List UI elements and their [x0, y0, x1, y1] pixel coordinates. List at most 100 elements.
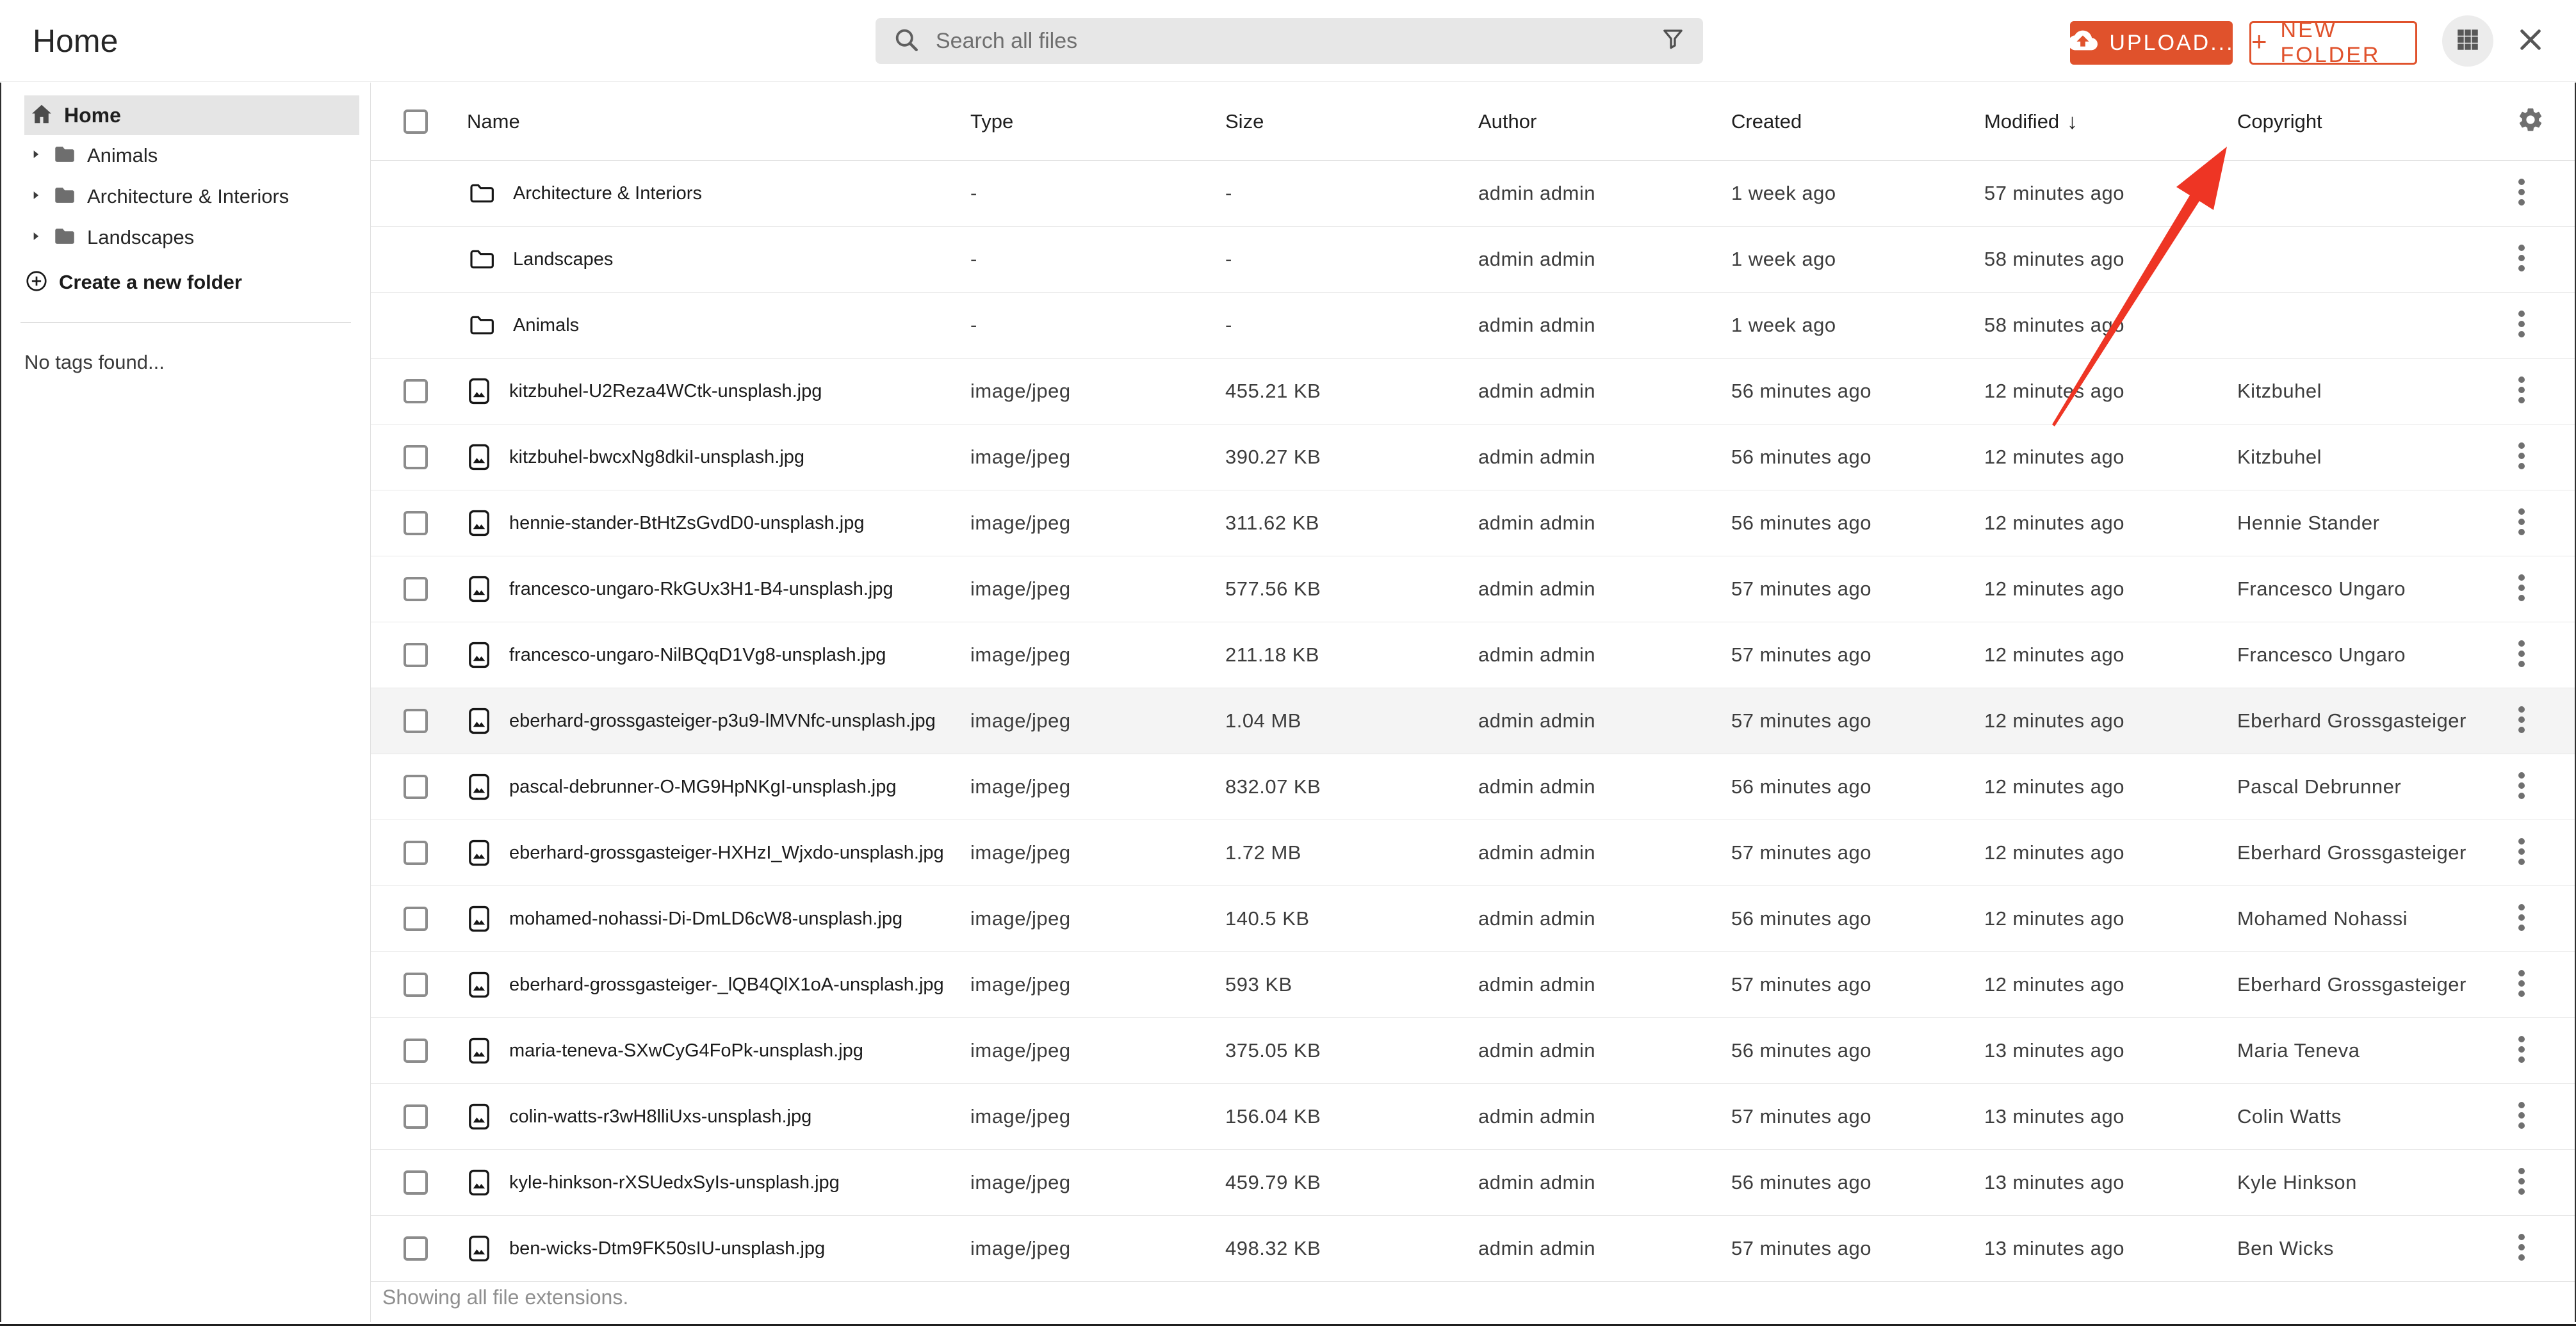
- column-header-modified[interactable]: Modified ↓: [1966, 109, 2219, 134]
- table-row[interactable]: ben-wicks-Dtm9FK50sIU-unsplash.jpg image…: [371, 1216, 2575, 1282]
- image-file-icon: [468, 377, 490, 405]
- row-menu-button[interactable]: [2516, 177, 2527, 211]
- file-name[interactable]: eberhard-grossgasteiger-p3u9-lMVNfc-unsp…: [509, 711, 936, 732]
- table-row[interactable]: kyle-hinkson-rXSUedxSyIs-unsplash.jpg im…: [371, 1150, 2575, 1216]
- grid-view-toggle-button[interactable]: [2442, 15, 2493, 67]
- row-menu-button[interactable]: [2516, 704, 2527, 738]
- file-name[interactable]: eberhard-grossgasteiger-_lQB4QlX1oA-unsp…: [509, 974, 944, 996]
- row-checkbox[interactable]: [404, 907, 428, 931]
- column-header-type[interactable]: Type: [952, 110, 1207, 133]
- table-row[interactable]: kitzbuhel-U2Reza4WCtk-unsplash.jpg image…: [371, 359, 2575, 424]
- sidebar-tree-item[interactable]: Architecture & Interiors: [1, 176, 370, 217]
- chevron-right-icon[interactable]: [29, 148, 42, 164]
- row-checkbox[interactable]: [404, 709, 428, 733]
- table-row[interactable]: eberhard-grossgasteiger-HXHzI_Wjxdo-unsp…: [371, 820, 2575, 886]
- file-name[interactable]: Architecture & Interiors: [513, 183, 702, 204]
- file-name[interactable]: colin-watts-r3wH8lliUxs-unsplash.jpg: [509, 1106, 811, 1128]
- row-checkbox[interactable]: [404, 1236, 428, 1261]
- row-checkbox[interactable]: [404, 379, 428, 403]
- row-menu-button[interactable]: [2516, 770, 2527, 804]
- row-checkbox[interactable]: [404, 511, 428, 535]
- row-menu-button[interactable]: [2516, 1232, 2527, 1266]
- row-menu-button[interactable]: [2516, 968, 2527, 1002]
- row-menu-button[interactable]: [2516, 506, 2527, 540]
- table-row[interactable]: Animals - - admin admin 1 week ago 58 mi…: [371, 293, 2575, 359]
- table-row[interactable]: colin-watts-r3wH8lliUxs-unsplash.jpg ima…: [371, 1084, 2575, 1150]
- table-row[interactable]: eberhard-grossgasteiger-_lQB4QlX1oA-unsp…: [371, 952, 2575, 1018]
- file-name[interactable]: hennie-stander-BtHtZsGvdD0-unsplash.jpg: [509, 513, 865, 534]
- file-name[interactable]: ben-wicks-Dtm9FK50sIU-unsplash.jpg: [509, 1238, 825, 1259]
- table-row[interactable]: maria-teneva-SXwCyG4FoPk-unsplash.jpg im…: [371, 1018, 2575, 1084]
- table-row[interactable]: Architecture & Interiors - - admin admin…: [371, 161, 2575, 227]
- row-menu-button[interactable]: [2516, 309, 2527, 343]
- table-row[interactable]: Landscapes - - admin admin 1 week ago 58…: [371, 227, 2575, 293]
- cell-size: 1.04 MB: [1225, 709, 1301, 732]
- row-menu-button[interactable]: [2516, 638, 2527, 672]
- table-row[interactable]: mohamed-nohassi-Di-DmLD6cW8-unsplash.jpg…: [371, 886, 2575, 952]
- column-settings-button[interactable]: [2495, 106, 2575, 137]
- column-header-created[interactable]: Created: [1713, 110, 1966, 133]
- column-header-copyright[interactable]: Copyright: [2219, 110, 2495, 133]
- row-checkbox[interactable]: [404, 643, 428, 667]
- search-input[interactable]: Search all files: [876, 18, 1703, 64]
- row-menu-button[interactable]: [2516, 836, 2527, 870]
- file-name[interactable]: francesco-ungaro-NilBQqD1Vg8-unsplash.jp…: [509, 645, 886, 666]
- row-menu-button[interactable]: [2516, 243, 2527, 277]
- table-row[interactable]: hennie-stander-BtHtZsGvdD0-unsplash.jpg …: [371, 490, 2575, 556]
- table-row[interactable]: eberhard-grossgasteiger-p3u9-lMVNfc-unsp…: [371, 688, 2575, 754]
- select-all-checkbox[interactable]: [371, 109, 448, 134]
- table-row[interactable]: pascal-debrunner-O-MG9HpNKgI-unsplash.jp…: [371, 754, 2575, 820]
- file-name[interactable]: Landscapes: [513, 249, 613, 270]
- column-header-author[interactable]: Author: [1460, 110, 1713, 133]
- cell-author: admin admin: [1478, 182, 1595, 204]
- cell-modified: 12 minutes ago: [1984, 973, 2124, 996]
- cell-author: admin admin: [1478, 578, 1595, 600]
- row-checkbox[interactable]: [404, 445, 428, 469]
- file-name[interactable]: mohamed-nohassi-Di-DmLD6cW8-unsplash.jpg: [509, 909, 902, 930]
- cell-modified: 12 minutes ago: [1984, 578, 2124, 600]
- row-menu-button[interactable]: [2516, 902, 2527, 936]
- row-checkbox[interactable]: [404, 775, 428, 799]
- file-name[interactable]: maria-teneva-SXwCyG4FoPk-unsplash.jpg: [509, 1040, 863, 1062]
- cell-size: 375.05 KB: [1225, 1039, 1321, 1062]
- upload-button[interactable]: UPLOAD...: [2068, 21, 2233, 65]
- close-button[interactable]: [2516, 26, 2545, 56]
- sidebar-item-home[interactable]: Home: [24, 95, 359, 135]
- create-folder-button[interactable]: Create a new folder: [1, 262, 370, 303]
- row-menu-button[interactable]: [2516, 572, 2527, 606]
- file-table-body: Architecture & Interiors - - admin admin…: [371, 161, 2575, 1282]
- file-name[interactable]: kitzbuhel-U2Reza4WCtk-unsplash.jpg: [509, 381, 822, 402]
- row-menu-button[interactable]: [2516, 375, 2527, 408]
- file-name[interactable]: kitzbuhel-bwcxNg8dkiI-unsplash.jpg: [509, 447, 804, 468]
- file-name[interactable]: Animals: [513, 315, 579, 336]
- file-name[interactable]: pascal-debrunner-O-MG9HpNKgI-unsplash.jp…: [509, 777, 896, 798]
- row-menu-button[interactable]: [2516, 1034, 2527, 1068]
- file-name[interactable]: eberhard-grossgasteiger-HXHzI_Wjxdo-unsp…: [509, 843, 944, 864]
- new-folder-button[interactable]: + NEW FOLDER: [2249, 18, 2417, 67]
- row-menu-button[interactable]: [2516, 1100, 2527, 1134]
- row-checkbox[interactable]: [404, 841, 428, 865]
- row-checkbox[interactable]: [404, 1170, 428, 1195]
- cell-type: image/jpeg: [970, 775, 1071, 798]
- sidebar-tree-item[interactable]: Landscapes: [1, 217, 370, 258]
- row-checkbox[interactable]: [404, 973, 428, 997]
- file-name[interactable]: kyle-hinkson-rXSUedxSyIs-unsplash.jpg: [509, 1172, 840, 1193]
- cell-type: image/jpeg: [970, 709, 1071, 732]
- image-file-icon: [468, 1037, 490, 1065]
- row-checkbox[interactable]: [404, 1039, 428, 1063]
- table-row[interactable]: francesco-ungaro-RkGUx3H1-B4-unsplash.jp…: [371, 556, 2575, 622]
- row-menu-button[interactable]: [2516, 1166, 2527, 1200]
- chevron-right-icon[interactable]: [29, 230, 42, 246]
- row-checkbox[interactable]: [404, 577, 428, 601]
- sidebar-tree-item[interactable]: Animals: [1, 135, 370, 176]
- filter-icon[interactable]: [1659, 26, 1686, 56]
- chevron-right-icon[interactable]: [29, 189, 42, 205]
- table-row[interactable]: kitzbuhel-bwcxNg8dkiI-unsplash.jpg image…: [371, 424, 2575, 490]
- row-menu-button[interactable]: [2516, 441, 2527, 474]
- column-header-size[interactable]: Size: [1207, 110, 1460, 133]
- cell-type: image/jpeg: [970, 907, 1071, 930]
- file-name[interactable]: francesco-ungaro-RkGUx3H1-B4-unsplash.jp…: [509, 579, 893, 600]
- table-row[interactable]: francesco-ungaro-NilBQqD1Vg8-unsplash.jp…: [371, 622, 2575, 688]
- column-header-name[interactable]: Name: [448, 110, 952, 133]
- row-checkbox[interactable]: [404, 1104, 428, 1129]
